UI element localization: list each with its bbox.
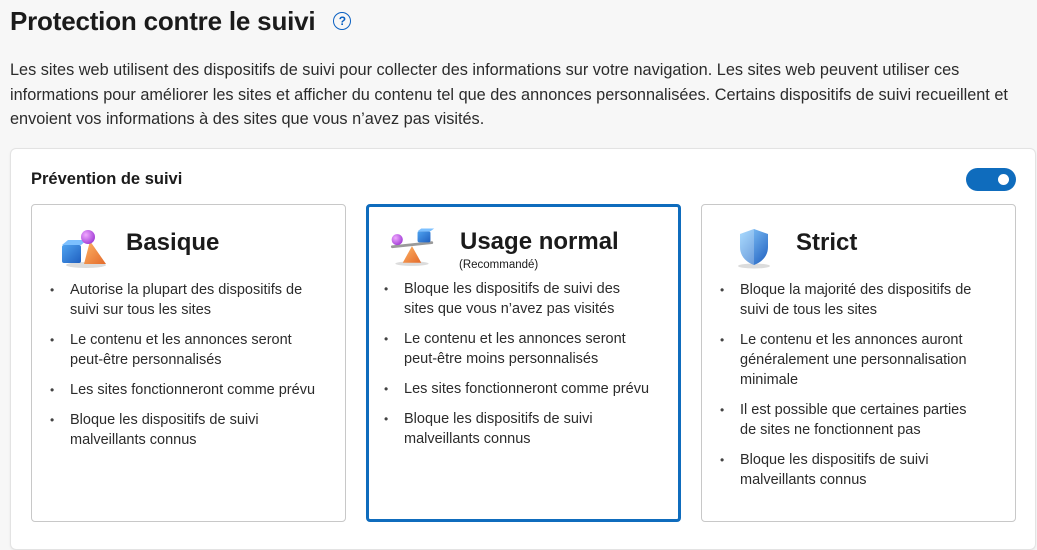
card-strict[interactable]: Strict Bloque la majorité des dispositif… bbox=[701, 204, 1016, 522]
list-item: Autorise la plupart des dispositifs de s… bbox=[50, 280, 315, 320]
tracking-prevention-panel: Prévention de suivi Basique • Autorise l… bbox=[10, 148, 1036, 550]
list-item: Le contenu et les annonces auront généra… bbox=[720, 330, 985, 390]
card-bullet-list: Bloque la majorité des dispositifs de su… bbox=[720, 280, 985, 500]
tracking-prevention-toggle[interactable] bbox=[966, 168, 1016, 191]
list-item: Bloque les dispositifs de suivi des site… bbox=[384, 279, 649, 319]
list-item: Le contenu et les annonces seront peut-ê… bbox=[50, 330, 315, 370]
header: Protection contre le suivi ? bbox=[10, 4, 352, 38]
card-title: Basique bbox=[126, 229, 220, 256]
card-bullet-list: Autorise la plupart des dispositifs de s… bbox=[50, 280, 315, 460]
card-bullet-list: Bloque les dispositifs de suivi des site… bbox=[384, 279, 649, 459]
card-title: Strict bbox=[796, 229, 858, 256]
shield-icon bbox=[738, 229, 770, 269]
list-item: Bloque les dispositifs de suivi malveill… bbox=[720, 450, 985, 490]
list-item: Bloque les dispositifs de suivi malveill… bbox=[50, 410, 315, 450]
card-basic[interactable]: Basique Autorise la plupart des disposit… bbox=[31, 204, 346, 522]
list-item: Les sites fonctionneront comme prévu bbox=[50, 380, 315, 400]
card-title: Usage normal bbox=[460, 228, 619, 255]
help-icon[interactable]: ? bbox=[333, 12, 352, 30]
page-description: Les sites web utilisent des dispositifs … bbox=[10, 61, 1008, 128]
list-item: Il est possible que certaines parties de… bbox=[720, 400, 985, 440]
list-item: Bloque la majorité des dispositifs de su… bbox=[720, 280, 985, 320]
recommended-label: (Recommandé) bbox=[459, 259, 539, 271]
list-item: Bloque les dispositifs de suivi malveill… bbox=[384, 409, 649, 449]
toggle-knob bbox=[998, 174, 1009, 185]
shapes-icon bbox=[62, 230, 106, 268]
list-item: Le contenu et les annonces seront peut-ê… bbox=[384, 329, 649, 369]
list-item: Les sites fonctionneront comme prévu bbox=[384, 379, 649, 399]
balance-icon bbox=[390, 228, 435, 266]
page-title: Protection contre le suivi bbox=[10, 6, 316, 36]
tracking-prevention-label: Prévention de suivi bbox=[31, 170, 183, 188]
card-balanced[interactable]: Usage normal (Recommandé) Bloque les dis… bbox=[366, 204, 681, 522]
